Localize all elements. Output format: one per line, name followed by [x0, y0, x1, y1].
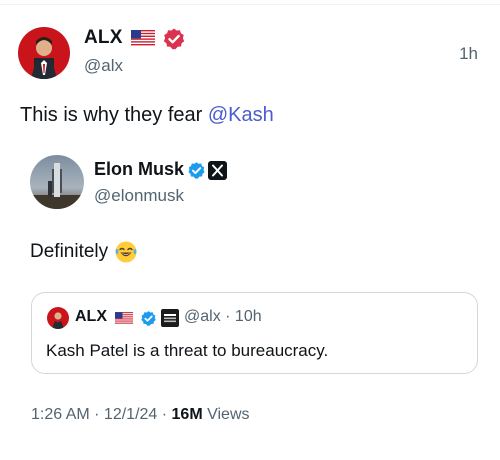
- avatar[interactable]: [18, 27, 70, 79]
- views-label: Views: [202, 406, 250, 423]
- nested-quote-card[interactable]: [31, 292, 478, 374]
- post-timestamp[interactable]: 1:26 AM · 12/1/24 ·: [31, 406, 172, 423]
- quoted-author-name[interactable]: Elon Musk: [94, 159, 184, 180]
- author-name[interactable]: ALX: [84, 27, 123, 49]
- x-logo-icon: [208, 161, 227, 180]
- nested-avatar[interactable]: [47, 307, 69, 329]
- verified-badge-icon: [141, 311, 156, 326]
- post-meta: 1:26 AM · 12/1/24 · 16M Views: [31, 406, 250, 424]
- affiliate-logo-icon: [161, 309, 179, 327]
- us-flag-icon: [115, 312, 133, 325]
- laughing-tears-emoji-icon: [115, 241, 137, 263]
- author-handle[interactable]: @alx: [84, 56, 123, 76]
- quoted-author-handle[interactable]: @elonmusk: [94, 186, 184, 206]
- mention-link[interactable]: @Kash: [208, 104, 274, 126]
- nested-tweet-text: Kash Patel is a threat to bureaucracy.: [46, 341, 329, 360]
- top-divider: [0, 4, 500, 5]
- quoted-tweet-text: Definitely: [30, 240, 138, 264]
- post-time[interactable]: 1h: [459, 44, 478, 64]
- tweet-text: This is why they fear @Kash: [20, 104, 274, 127]
- us-flag-icon: [131, 30, 155, 47]
- view-count: 16M: [171, 406, 203, 423]
- nested-author-name[interactable]: ALX: [75, 308, 107, 326]
- verified-badge-icon: [163, 28, 185, 50]
- quoted-text: Definitely: [30, 241, 109, 262]
- nested-handle-time[interactable]: @alx · 10h: [184, 308, 262, 326]
- quoted-avatar[interactable]: [30, 155, 84, 209]
- tweet-text-prefix: This is why they fear: [20, 104, 208, 126]
- verified-badge-icon: [188, 162, 205, 179]
